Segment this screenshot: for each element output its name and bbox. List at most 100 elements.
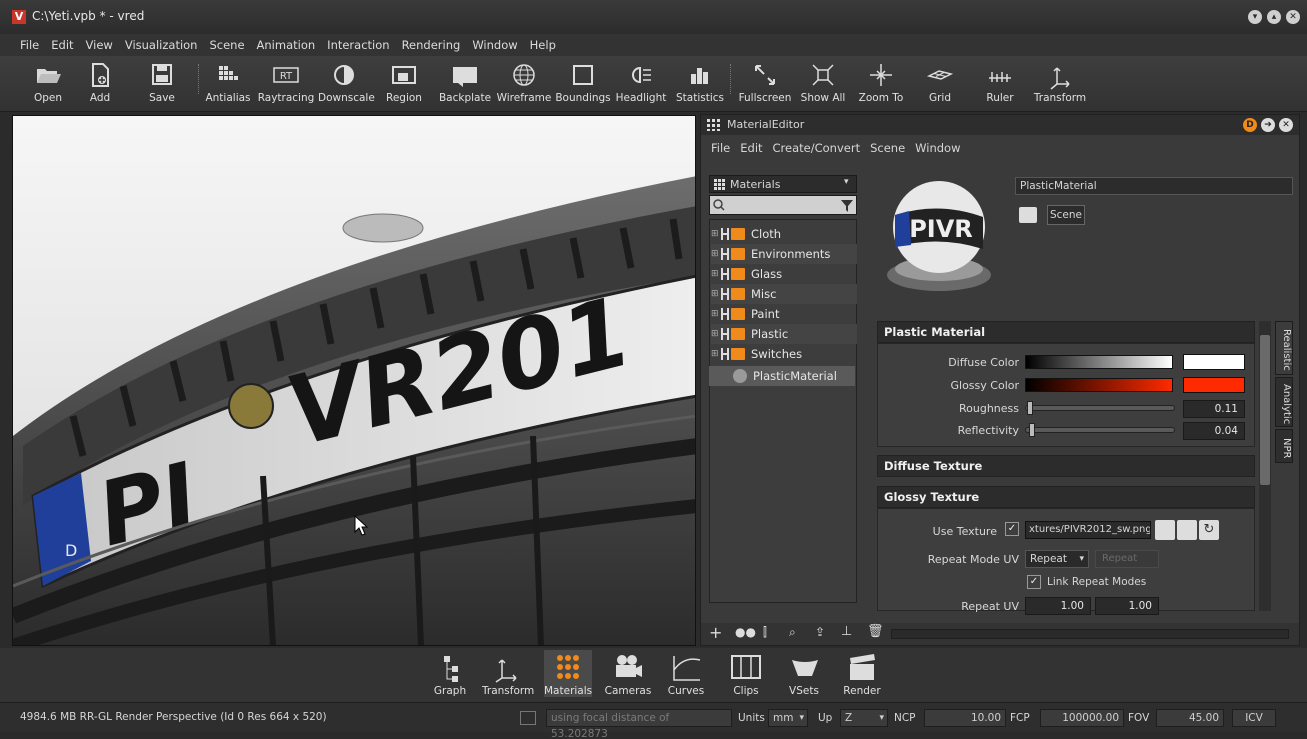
- grid-button[interactable]: Grid: [918, 60, 962, 110]
- tab-realistic[interactable]: Realistic: [1275, 321, 1293, 375]
- region-button[interactable]: Region: [382, 60, 426, 110]
- find-icon[interactable]: ⌕: [789, 625, 796, 640]
- scrollbar-thumb[interactable]: [1260, 335, 1270, 485]
- menu-visualization[interactable]: Visualization: [125, 38, 198, 52]
- materials-search-input[interactable]: [709, 195, 857, 215]
- float-icon[interactable]: ➔: [1261, 118, 1275, 132]
- tree-group-switches[interactable]: ⊞ Switches: [711, 344, 802, 364]
- maximize-icon[interactable]: ▴: [1267, 10, 1281, 24]
- fcp-field[interactable]: 100000.00: [1040, 709, 1124, 727]
- filter-icon[interactable]: [840, 199, 854, 213]
- tree-item-plasticmaterial[interactable]: PlasticMaterial: [709, 366, 855, 386]
- add-button[interactable]: Add: [82, 60, 118, 110]
- tree-group-glass[interactable]: ⊞ Glass: [711, 264, 782, 284]
- diffuse-color-gradient[interactable]: [1025, 355, 1173, 369]
- fullscreen-button[interactable]: Fullscreen: [738, 60, 792, 110]
- diffuse-color-swatch[interactable]: [1183, 354, 1245, 370]
- show-all-button[interactable]: Show All: [798, 60, 848, 110]
- tree-group-environments[interactable]: ⊞ Environments: [711, 244, 857, 264]
- link-repeat-checkbox[interactable]: ✓: [1027, 575, 1041, 589]
- zoom-to-button[interactable]: Zoom To: [856, 60, 906, 110]
- tree-group-plastic[interactable]: ⊞ Plastic: [711, 324, 857, 344]
- material-name-field[interactable]: PlasticMaterial: [1015, 177, 1293, 195]
- tree-group-misc[interactable]: ⊞ Misc: [711, 284, 857, 304]
- save-texture-icon[interactable]: [1177, 520, 1197, 540]
- ruler-button[interactable]: Ruler: [978, 60, 1022, 110]
- scene-button[interactable]: Scene: [1047, 205, 1085, 225]
- section-glossy-texture[interactable]: Glossy Texture: [877, 486, 1255, 508]
- menu-animation[interactable]: Animation: [257, 38, 316, 52]
- apply-icon[interactable]: ⇪: [815, 625, 825, 639]
- properties-scrollbar[interactable]: [1259, 321, 1271, 611]
- statistics-button[interactable]: Statistics: [674, 60, 726, 110]
- menu-file[interactable]: File: [20, 38, 39, 52]
- units-select[interactable]: mm ▾: [768, 709, 808, 727]
- tab-npr[interactable]: NPR: [1275, 429, 1293, 463]
- raytracing-button[interactable]: RT Raytracing: [256, 60, 316, 110]
- tree-group-paint[interactable]: ⊞ Paint: [711, 304, 779, 324]
- menu-rendering[interactable]: Rendering: [402, 38, 461, 52]
- menu-scene[interactable]: Scene: [209, 38, 244, 52]
- me-menu-edit[interactable]: Edit: [740, 141, 762, 155]
- menu-window[interactable]: Window: [472, 38, 517, 52]
- backplate-button[interactable]: Backplate: [438, 60, 492, 110]
- horizontal-scrollbar[interactable]: [891, 629, 1289, 639]
- spheres-icon[interactable]: ●●: [735, 625, 756, 639]
- close-icon[interactable]: ✕: [1286, 10, 1300, 24]
- open-texture-icon[interactable]: [1155, 520, 1175, 540]
- me-menu-create-convert[interactable]: Create/Convert: [773, 141, 861, 155]
- dock-icon[interactable]: D: [1243, 118, 1257, 132]
- module-materials[interactable]: Materials: [544, 650, 592, 697]
- repeat-mode-select[interactable]: Repeat ▾: [1025, 550, 1089, 568]
- console-icon[interactable]: [520, 711, 536, 725]
- me-menu-scene[interactable]: Scene: [870, 141, 905, 155]
- ncp-field[interactable]: 10.00: [924, 709, 1006, 727]
- fov-field[interactable]: 45.00: [1156, 709, 1224, 727]
- save-button[interactable]: Save: [144, 60, 180, 110]
- roughness-value[interactable]: 0.11: [1183, 400, 1245, 418]
- menu-help[interactable]: Help: [530, 38, 556, 52]
- boundings-button[interactable]: Boundings: [554, 60, 612, 110]
- up-axis-select[interactable]: Z ▾: [840, 709, 888, 727]
- wireframe-button[interactable]: Wireframe: [496, 60, 552, 110]
- downscale-button[interactable]: Downscale: [318, 60, 375, 110]
- antialias-button[interactable]: Antialias: [204, 60, 252, 110]
- import-icon[interactable]: ⊥: [841, 624, 852, 639]
- module-transform[interactable]: Transform: [482, 650, 534, 697]
- transform-button[interactable]: Transform: [1032, 60, 1088, 110]
- render-viewport[interactable]: D PI VR201: [12, 115, 696, 646]
- tree-group-cloth[interactable]: ⊞ Cloth: [711, 224, 781, 244]
- menu-edit[interactable]: Edit: [51, 38, 73, 52]
- tag-icon[interactable]: [1019, 207, 1037, 223]
- me-menu-window[interactable]: Window: [915, 141, 960, 155]
- module-render[interactable]: Render: [838, 650, 886, 697]
- module-graph[interactable]: Graph: [426, 650, 474, 697]
- headlight-button[interactable]: Headlight: [614, 60, 668, 110]
- reflectivity-value[interactable]: 0.04: [1183, 422, 1245, 440]
- split-icon[interactable]: ⫿: [763, 625, 767, 640]
- glossy-color-gradient[interactable]: [1025, 378, 1173, 392]
- reflectivity-slider[interactable]: [1025, 427, 1175, 433]
- glossy-color-swatch[interactable]: [1183, 377, 1245, 393]
- module-vsets[interactable]: VSets: [780, 650, 828, 697]
- use-texture-checkbox[interactable]: ✓: [1005, 522, 1019, 536]
- roughness-slider[interactable]: [1025, 405, 1175, 411]
- reload-icon[interactable]: ↻: [1199, 520, 1219, 540]
- add-icon[interactable]: +: [709, 623, 722, 642]
- minimize-icon[interactable]: ▾: [1248, 10, 1262, 24]
- close-panel-icon[interactable]: ✕: [1279, 118, 1293, 132]
- section-diffuse-texture[interactable]: Diffuse Texture: [877, 455, 1255, 477]
- module-cameras[interactable]: Cameras: [604, 650, 652, 697]
- materials-dropdown[interactable]: Materials ▾: [709, 175, 857, 193]
- menu-view[interactable]: View: [86, 38, 113, 52]
- icv-button[interactable]: ICV: [1232, 709, 1276, 727]
- texture-path-field[interactable]: xtures/PIVR2012_sw.png: [1025, 521, 1151, 539]
- me-menu-file[interactable]: File: [711, 141, 730, 155]
- section-plastic-material[interactable]: Plastic Material: [877, 321, 1255, 343]
- open-button[interactable]: Open: [30, 60, 66, 110]
- module-clips[interactable]: Clips: [722, 650, 770, 697]
- module-curves[interactable]: Curves: [662, 650, 710, 697]
- menu-interaction[interactable]: Interaction: [327, 38, 389, 52]
- trash-icon[interactable]: 🗑: [867, 624, 884, 639]
- tab-analytic[interactable]: Analytic: [1275, 377, 1293, 427]
